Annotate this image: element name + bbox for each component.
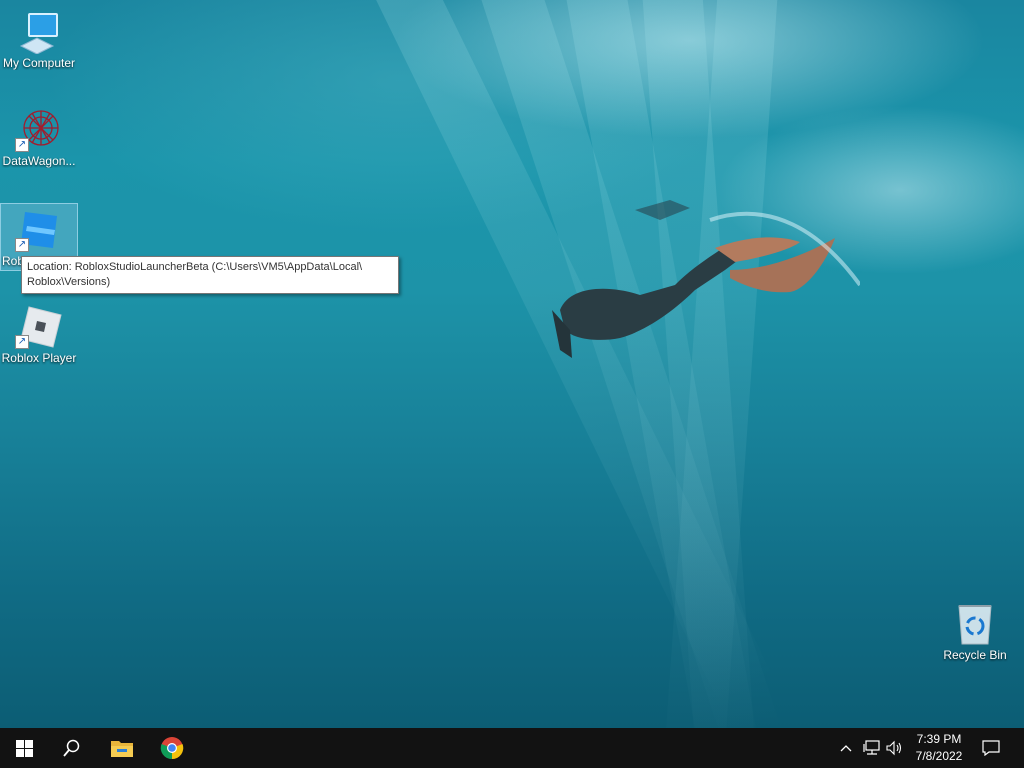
- clock-time: 7:39 PM: [916, 732, 962, 746]
- tray-volume-button[interactable]: [884, 728, 906, 768]
- desktop-icon-label: Roblox Player: [1, 351, 77, 365]
- shortcut-arrow-icon: ↗: [15, 335, 29, 349]
- network-icon: [863, 740, 880, 755]
- tray-overflow-button[interactable]: [836, 728, 856, 768]
- recycle-bin-icon: [951, 602, 999, 646]
- desktop-icon-recycle-bin[interactable]: Recycle Bin: [937, 598, 1013, 664]
- desktop-icon-label: DataWagon...: [2, 154, 76, 168]
- tooltip-line-1: Location: RobloxStudioLauncherBeta (C:\U…: [27, 261, 363, 273]
- desktop-wallpaper[interactable]: [0, 0, 1024, 728]
- notification-icon: [982, 740, 1000, 756]
- clock-date: 7/8/2022: [915, 749, 963, 763]
- desktop-icon-my-computer[interactable]: My Computer: [1, 6, 77, 72]
- chrome-icon: [160, 737, 184, 760]
- roblox-studio-icon: ↗: [15, 208, 63, 252]
- swimmer-image: [552, 200, 860, 358]
- windows-start-icon: [15, 739, 33, 757]
- roblox-player-icon: ↗: [15, 305, 63, 349]
- taskbar: 7:39 PM 7/8/2022: [0, 728, 1024, 768]
- start-button[interactable]: [0, 728, 48, 768]
- tooltip-line-2: Roblox\Versions): [27, 276, 111, 288]
- notification-center-button[interactable]: [978, 728, 1004, 768]
- taskbar-file-explorer[interactable]: [98, 728, 146, 768]
- volume-icon: [886, 740, 902, 756]
- taskbar-chrome[interactable]: [148, 728, 196, 768]
- computer-icon: [15, 10, 63, 55]
- desktop-icon-roblox-player[interactable]: ↗ Roblox Player: [1, 301, 77, 367]
- desktop-icon-label: Recycle Bin: [943, 648, 1007, 662]
- search-icon: [63, 739, 80, 757]
- desktop-icon-datawagon[interactable]: ↗ DataWagon...: [1, 104, 77, 170]
- chevron-up-icon: [840, 745, 852, 752]
- file-explorer-icon: [111, 741, 133, 757]
- desktop-icon-label: My Computer: [2, 56, 76, 70]
- datawagon-icon: ↗: [15, 108, 63, 152]
- tray-network-button[interactable]: [860, 728, 884, 768]
- taskbar-clock[interactable]: 7:39 PM 7/8/2022: [905, 731, 973, 765]
- shortcut-arrow-icon: ↗: [15, 238, 29, 252]
- shortcut-arrow-icon: ↗: [15, 138, 29, 152]
- search-button[interactable]: [48, 728, 96, 768]
- location-tooltip: Location: RobloxStudioLauncherBeta (C:\U…: [21, 256, 399, 294]
